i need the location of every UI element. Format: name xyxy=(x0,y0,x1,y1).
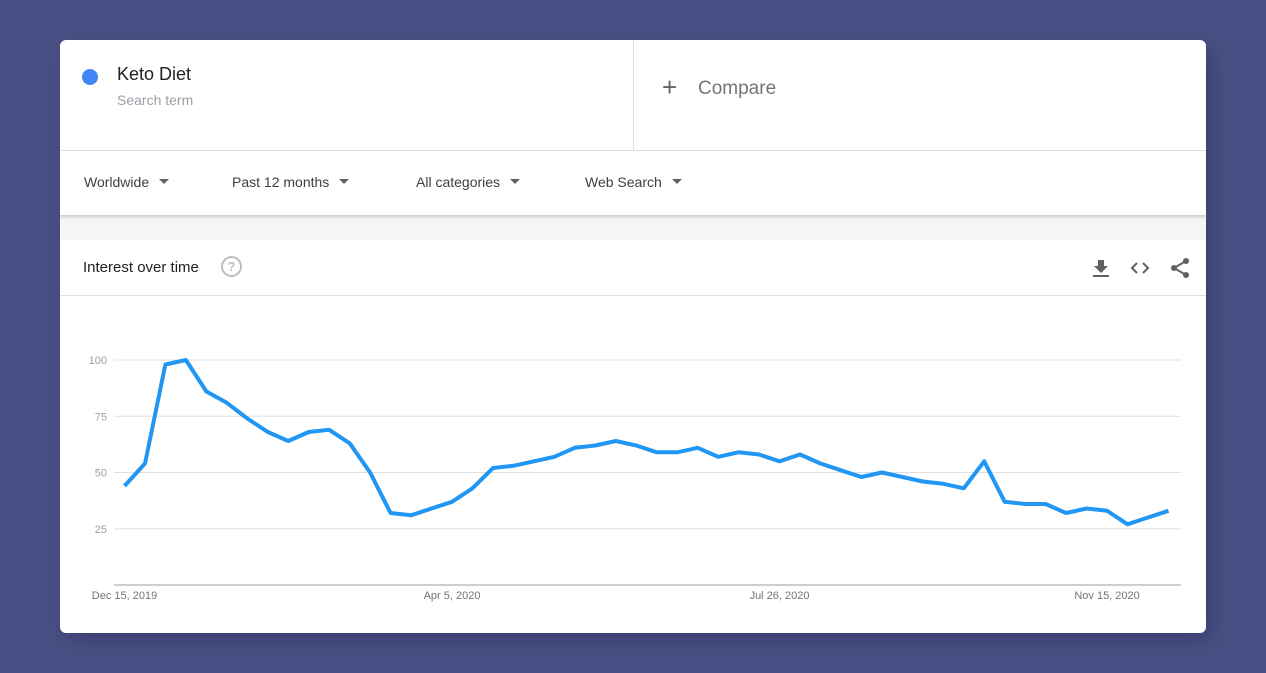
y-tick-label: 25 xyxy=(95,524,107,536)
data-point[interactable] xyxy=(262,426,274,438)
x-tick-label: Apr 5, 2020 xyxy=(424,590,481,602)
download-icon[interactable] xyxy=(1090,257,1112,279)
data-point[interactable] xyxy=(303,426,315,438)
data-point[interactable] xyxy=(814,458,826,470)
filter-search-type-label: Web Search xyxy=(585,174,662,190)
data-point[interactable] xyxy=(753,449,765,461)
data-point[interactable] xyxy=(1122,518,1134,530)
x-tick-label: Jul 26, 2020 xyxy=(750,590,810,602)
trends-card: Keto Diet Search term + Compare Worldwid… xyxy=(60,40,1206,633)
filter-region-label: Worldwide xyxy=(84,174,150,190)
data-point[interactable] xyxy=(917,476,929,488)
data-point[interactable] xyxy=(958,482,970,494)
data-point[interactable] xyxy=(589,440,601,452)
search-term-keto-diet[interactable]: Keto Diet Search term xyxy=(60,40,634,150)
section-spacer xyxy=(60,215,1206,240)
data-point[interactable] xyxy=(692,442,704,454)
data-point[interactable] xyxy=(610,435,622,447)
series-color-dot xyxy=(82,69,98,85)
data-point[interactable] xyxy=(1142,512,1154,524)
series-line-keto-diet[interactable] xyxy=(123,358,1170,527)
search-terms-row: Keto Diet Search term + Compare xyxy=(60,40,1206,151)
plus-icon: + xyxy=(662,72,678,102)
data-point[interactable] xyxy=(733,446,745,458)
filter-region[interactable]: Worldwide xyxy=(84,174,170,190)
data-point[interactable] xyxy=(896,471,908,483)
data-point[interactable] xyxy=(1101,505,1113,517)
dropdown-caret-icon xyxy=(339,178,350,184)
x-tick-label: Dec 15, 2019 xyxy=(92,590,157,602)
data-point[interactable] xyxy=(159,359,171,371)
data-point[interactable] xyxy=(487,462,499,474)
compare-label: Compare xyxy=(698,78,777,99)
data-point[interactable] xyxy=(774,455,786,467)
data-point[interactable] xyxy=(1040,498,1052,510)
data-point[interactable] xyxy=(426,503,438,515)
compare-button[interactable]: + Compare xyxy=(634,40,1206,150)
data-point[interactable] xyxy=(119,480,131,492)
data-point[interactable] xyxy=(282,435,294,447)
data-point[interactable] xyxy=(671,446,683,458)
data-point[interactable] xyxy=(528,455,540,467)
data-point[interactable] xyxy=(385,507,397,519)
data-point[interactable] xyxy=(937,478,949,490)
data-point[interactable] xyxy=(446,496,458,508)
data-point[interactable] xyxy=(241,413,253,425)
share-icon[interactable] xyxy=(1169,257,1191,279)
data-point[interactable] xyxy=(466,482,478,494)
y-tick-label: 100 xyxy=(89,355,107,367)
data-point[interactable] xyxy=(200,386,212,398)
dropdown-caret-icon xyxy=(510,178,521,184)
data-point[interactable] xyxy=(405,509,417,521)
data-point[interactable] xyxy=(180,354,192,366)
data-point[interactable] xyxy=(712,451,724,463)
data-point[interactable] xyxy=(855,471,867,483)
interest-chart: 25 50 75 100 Dec 15, 2019 Apr 5, 2020 Jul 26,… xyxy=(60,296,1206,633)
data-point[interactable] xyxy=(344,437,356,449)
y-tick-label: 50 xyxy=(95,468,107,480)
data-point[interactable] xyxy=(1019,498,1031,510)
data-point[interactable] xyxy=(794,449,806,461)
filter-search-type[interactable]: Web Search xyxy=(585,174,682,190)
data-point[interactable] xyxy=(1060,507,1072,519)
data-point[interactable] xyxy=(630,440,642,452)
panel-title: Interest over time xyxy=(83,259,199,276)
data-point[interactable] xyxy=(651,446,663,458)
data-point[interactable] xyxy=(569,442,581,454)
data-point[interactable] xyxy=(1162,505,1174,517)
data-point[interactable] xyxy=(323,424,335,436)
filter-time-range[interactable]: Past 12 months xyxy=(232,174,350,190)
dropdown-caret-icon xyxy=(671,178,682,184)
help-icon[interactable]: ? xyxy=(221,256,242,277)
data-point[interactable] xyxy=(978,455,990,467)
data-point[interactable] xyxy=(548,451,560,463)
data-point[interactable] xyxy=(139,458,151,470)
data-point[interactable] xyxy=(876,467,888,479)
data-point[interactable] xyxy=(1081,503,1093,515)
y-tick-label: 75 xyxy=(95,411,107,423)
search-term-name[interactable]: Keto Diet xyxy=(117,64,191,85)
filter-bar: Worldwide Past 12 months All categories … xyxy=(60,151,1206,215)
data-point[interactable] xyxy=(364,467,376,479)
data-point[interactable] xyxy=(221,397,233,409)
filter-time-range-label: Past 12 months xyxy=(232,174,330,190)
line-chart-svg: 25 50 75 100 Dec 15, 2019 Apr 5, 2020 Jul 26,… xyxy=(89,354,1181,602)
data-point[interactable] xyxy=(835,464,847,476)
filter-category[interactable]: All categories xyxy=(416,174,521,190)
embed-code-icon[interactable] xyxy=(1129,257,1151,279)
search-term-subtitle: Search term xyxy=(117,92,194,108)
data-point[interactable] xyxy=(507,460,519,472)
interest-over-time-header: Interest over time ? xyxy=(60,240,1206,296)
x-tick-label: Nov 15, 2020 xyxy=(1074,590,1139,602)
data-point[interactable] xyxy=(999,496,1011,508)
filter-category-label: All categories xyxy=(416,174,501,190)
dropdown-caret-icon xyxy=(159,178,170,184)
